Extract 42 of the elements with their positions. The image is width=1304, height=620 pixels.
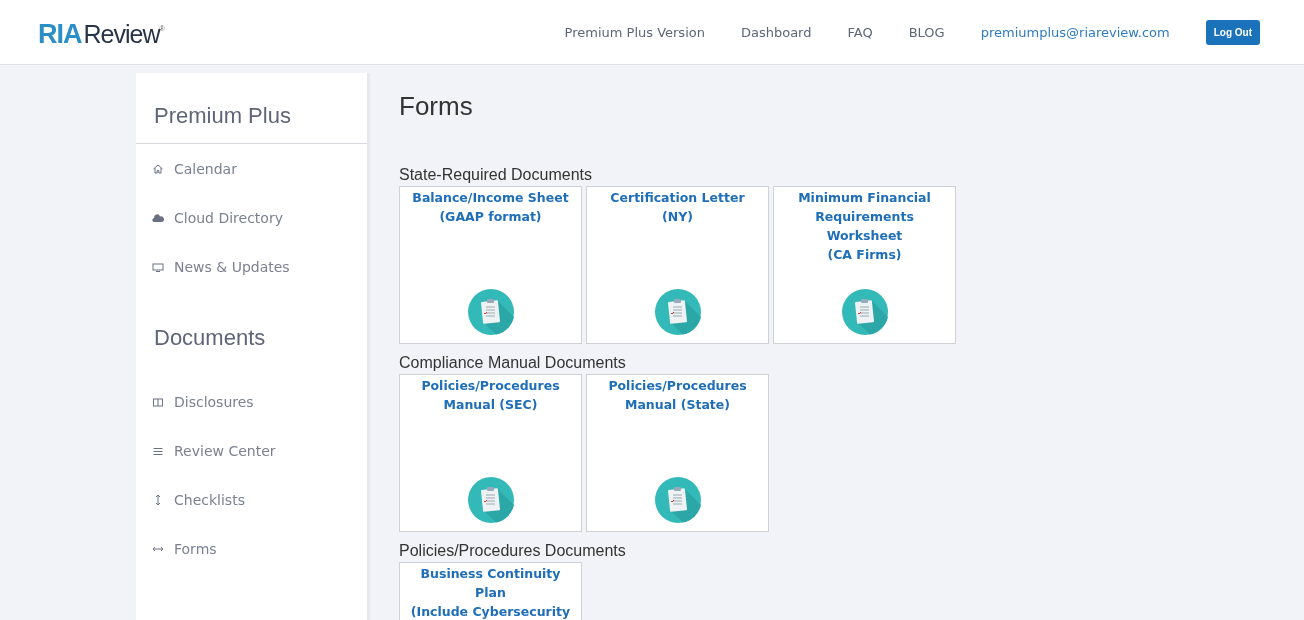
clipboard-icon	[654, 289, 701, 335]
sidebar-heading: Premium Plus	[136, 73, 367, 144]
logout-button[interactable]: Log Out	[1205, 19, 1260, 45]
form-card[interactable]: Business Continuity Plan (Include Cybersecurity	[399, 562, 582, 620]
form-card-title: Business Continuity Plan (Include Cybersecurity	[410, 565, 571, 620]
sidebar-item[interactable]: Cloud Directory	[136, 193, 367, 242]
sidebar-item[interactable]: Disclosures	[136, 377, 367, 426]
account-email-link[interactable]: premiumplus@riareview.com	[980, 24, 1170, 40]
sidebar-item[interactable]: Forms	[136, 524, 367, 573]
sidebar-item[interactable]: Review Center	[136, 426, 367, 475]
form-card-title: Balance/Income Sheet (GAAP format)	[412, 189, 569, 226]
form-card[interactable]: Certification Letter (NY)	[586, 186, 769, 344]
logo-initials[interactable]: RIA	[38, 18, 82, 50]
logo-word[interactable]: Review	[83, 19, 160, 49]
section-heading: Compliance Manual Documents	[399, 354, 627, 372]
sidebar-item[interactable]: Calendar	[136, 144, 367, 193]
columns-icon	[152, 395, 164, 408]
sidebar-item[interactable]: Checklists	[136, 475, 367, 524]
clipboard-icon	[467, 477, 514, 523]
form-card-title: Policies/Procedures Manual (State)	[608, 377, 747, 414]
form-card[interactable]: Minimum Financial Requirements Worksheet (CA Firms)	[773, 186, 956, 344]
form-card[interactable]: Policies/Procedures Manual (State)	[586, 374, 769, 532]
page-title: Forms	[399, 91, 474, 122]
nav-link[interactable]: FAQ	[847, 24, 873, 40]
cloud-icon	[152, 211, 164, 224]
home-icon	[152, 162, 164, 175]
form-card-title: Certification Letter (NY)	[610, 189, 745, 226]
monitor-icon	[152, 260, 164, 273]
form-card-title: Minimum Financial Requirements Worksheet (CA Firms)	[798, 189, 931, 264]
form-card[interactable]: Balance/Income Sheet (GAAP format)	[399, 186, 582, 344]
nav-link[interactable]: Dashboard	[740, 24, 812, 40]
clipboard-icon	[654, 477, 701, 523]
nav-link[interactable]: BLOG	[908, 24, 945, 40]
form-card[interactable]: Policies/Procedures Manual (SEC)	[399, 374, 582, 532]
sidebar-item[interactable]: News & Updates	[136, 242, 367, 291]
section-heading: Policies/Procedures Documents	[399, 542, 627, 560]
clipboard-icon	[467, 289, 514, 335]
section-heading: State-Required Documents	[399, 166, 593, 184]
sidebar-heading: Documents	[153, 324, 267, 352]
clipboard-icon	[841, 289, 888, 335]
nav-link[interactable]: Premium Plus Version	[564, 24, 705, 40]
form-card-title: Policies/Procedures Manual (SEC)	[421, 377, 560, 414]
